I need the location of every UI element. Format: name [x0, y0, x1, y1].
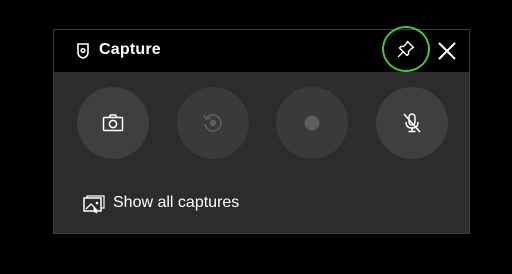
widget-title-bar[interactable]: Capture: [54, 26, 469, 72]
close-icon[interactable]: [435, 39, 459, 63]
record-last-button[interactable]: [177, 87, 249, 159]
show-all-captures-link[interactable]: Show all captures: [83, 192, 283, 216]
capture-widget-icon: [77, 43, 89, 59]
mic-off-icon: [403, 113, 421, 133]
capture-widget: Capture Show all captures: [53, 26, 470, 234]
pin-button[interactable]: [380, 26, 430, 72]
show-all-captures-label: Show all captures: [113, 194, 240, 211]
pin-icon: [397, 40, 415, 58]
widget-title: Capture: [99, 41, 161, 58]
start-recording-button[interactable]: [276, 87, 348, 159]
screenshot-button[interactable]: [77, 87, 149, 159]
record-last-30s-icon: [203, 114, 222, 132]
page: Capture Show all captures: [0, 0, 512, 274]
camera-icon: [102, 114, 124, 132]
gallery-icon: [83, 195, 105, 214]
microphone-toggle-button[interactable]: [376, 87, 448, 159]
record-dot-icon: [304, 115, 320, 131]
